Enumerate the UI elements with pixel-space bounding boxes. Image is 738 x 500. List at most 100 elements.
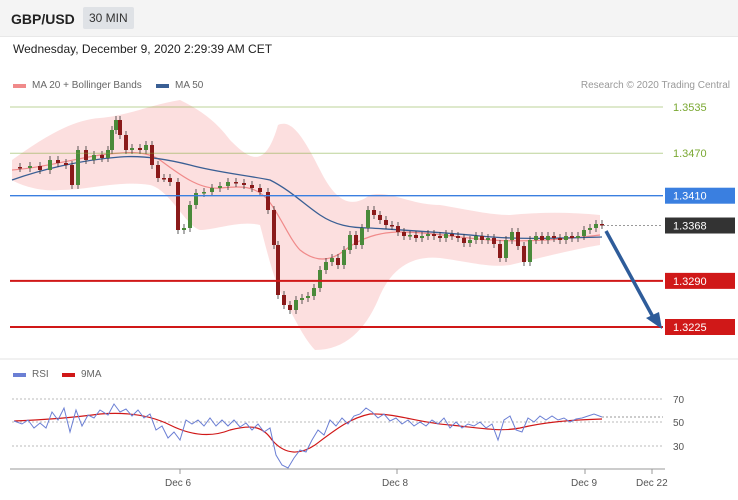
candle-body	[516, 232, 520, 246]
level-label-1.3410: 1.3410	[673, 191, 707, 203]
candle-body	[92, 155, 96, 160]
candle-body	[272, 210, 276, 245]
candle-body	[48, 160, 52, 170]
candle-body	[522, 246, 526, 262]
candle-body	[378, 215, 382, 220]
candle-body	[372, 210, 376, 215]
candle-body	[118, 120, 122, 135]
candle-body	[396, 226, 400, 232]
level-label-1.3290: 1.3290	[673, 276, 707, 288]
candle-body	[56, 160, 60, 163]
candle-body	[306, 296, 310, 298]
rsi-tick-30: 30	[673, 442, 685, 453]
candle-body	[226, 182, 230, 186]
candle-body	[408, 235, 412, 237]
candle-body	[330, 258, 334, 262]
candle-body	[64, 163, 68, 165]
candle-body	[384, 220, 388, 225]
candle-body	[176, 182, 180, 230]
candle-body	[540, 236, 544, 240]
rsi-tick-50: 50	[673, 418, 685, 429]
candle-body	[312, 288, 316, 296]
candle-body	[300, 298, 304, 300]
candle-body	[258, 188, 262, 192]
candle-body	[498, 244, 502, 258]
candle-body	[144, 145, 148, 150]
candle-body	[438, 236, 442, 238]
candle-body	[156, 165, 160, 178]
candle-body	[162, 178, 166, 180]
candle-body	[276, 245, 280, 295]
candle-body	[106, 150, 110, 158]
candle-body	[266, 192, 270, 210]
candle-body	[354, 235, 358, 245]
level-label-1.3535: 1.3535	[673, 102, 707, 114]
candle-body	[480, 236, 484, 240]
candle-body	[582, 230, 586, 236]
candle-body	[28, 166, 32, 168]
candle-body	[182, 228, 186, 230]
rsi-tick-70: 70	[673, 395, 685, 406]
candle-body	[194, 193, 198, 205]
x-tick-dec6: Dec 6	[165, 478, 192, 489]
candle-body	[456, 236, 460, 238]
x-axis: Dec 6 Dec 8 Dec 9 Dec 22	[10, 468, 668, 489]
bollinger-band	[12, 100, 600, 350]
candle-body	[84, 150, 88, 160]
candle-body	[318, 270, 322, 288]
candle-body	[234, 182, 238, 184]
candle-body	[564, 236, 568, 240]
candle-body	[486, 238, 490, 240]
candle-body	[210, 188, 214, 192]
candle-body	[594, 224, 598, 228]
candle-body	[76, 150, 80, 185]
candle-body	[150, 145, 154, 165]
candle-body	[504, 240, 508, 258]
candle-body	[250, 185, 254, 188]
candle-body	[402, 232, 406, 236]
candle-body	[288, 305, 292, 310]
candle-body	[336, 258, 340, 265]
price-chart[interactable]: 1.3535 1.3470 1.3410 1.3368 1.3290 1.3225 70 …	[0, 0, 738, 500]
candle-body	[444, 234, 448, 238]
candle-body	[114, 120, 118, 130]
candle-body	[18, 167, 22, 169]
candle-body	[242, 183, 246, 185]
candle-body	[492, 238, 496, 244]
candle-body	[70, 165, 74, 185]
candle-body	[570, 236, 574, 238]
candle-body	[202, 192, 206, 194]
rsi-panel: 70 50 30	[12, 395, 685, 469]
candle-body	[130, 148, 134, 150]
candle-body	[282, 295, 286, 305]
candle-body	[576, 236, 580, 238]
level-label-1.3470: 1.3470	[673, 148, 707, 160]
candle-body	[366, 210, 370, 228]
candle-body	[474, 236, 478, 240]
candle-body	[558, 238, 562, 240]
candle-body	[552, 236, 556, 238]
level-label-1.3368: 1.3368	[673, 221, 707, 233]
candle-body	[100, 155, 104, 158]
candle-body	[510, 232, 514, 240]
candle-body	[468, 240, 472, 243]
candle-body	[38, 166, 42, 170]
candle-body	[462, 238, 466, 243]
candle-body	[324, 262, 328, 270]
candle-body	[426, 234, 430, 236]
candle-body	[348, 235, 352, 250]
candle-body	[110, 130, 114, 150]
candle-body	[534, 236, 538, 240]
candle-body	[414, 235, 418, 238]
candle-body	[124, 135, 128, 150]
level-label-1.3225: 1.3225	[673, 322, 707, 334]
candle-body	[588, 228, 592, 230]
candle-body	[168, 178, 172, 182]
candle-body	[138, 148, 142, 150]
candle-body	[188, 205, 192, 228]
candle-body	[450, 234, 454, 236]
candle-body	[528, 240, 532, 262]
candle-body	[342, 250, 346, 265]
candle-body	[420, 236, 424, 238]
x-tick-dec9: Dec 9	[571, 478, 598, 489]
